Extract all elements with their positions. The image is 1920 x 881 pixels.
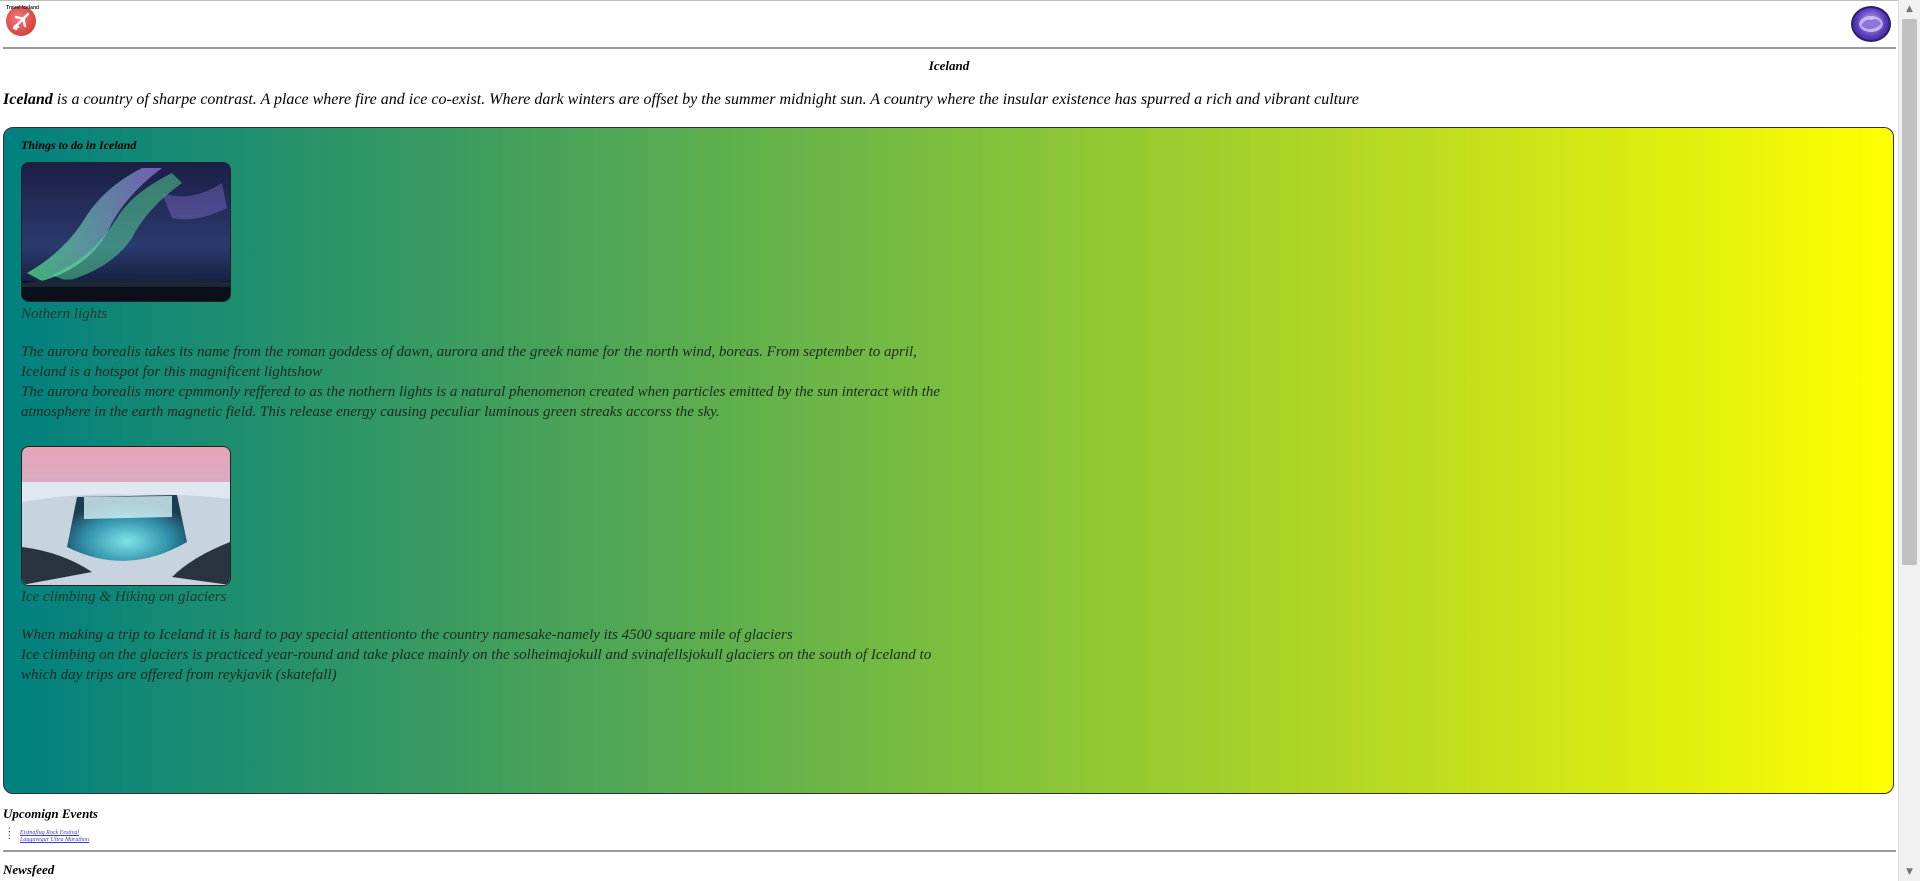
list-item: Eistnaflug Rock Festival — [8, 826, 89, 836]
events-heading: Upcomign Events — [3, 806, 98, 821]
things-to-do-panel: Things to do in Iceland Nothern lights T… — [3, 127, 1894, 794]
activity-title-northern-lights: Nothern lights — [21, 306, 108, 322]
page-title: Iceland — [928, 58, 970, 73]
intro-lead: Iceland — [3, 91, 53, 108]
activity-paragraph: The aurora borealis takes its name from … — [21, 344, 917, 380]
northern-lights-photo — [21, 162, 231, 302]
header-divider — [3, 47, 1896, 49]
things-to-do-heading: Things to do in Iceland — [21, 138, 137, 152]
page: Travel Iceland Iceland Iceland is a coun… — [0, 0, 1898, 881]
top-border — [0, 0, 1898, 1]
scroll-down-arrow-icon[interactable]: ▼ — [1899, 863, 1920, 881]
vertical-scrollbar[interactable]: ▲ ▼ — [1898, 0, 1920, 881]
newsfeed-heading: Newsfeed — [3, 862, 55, 877]
activity-description: The aurora borealis takes its name from … — [21, 342, 941, 422]
logo-caption: Travel Iceland — [6, 5, 40, 11]
intro-text: is a country of sharpe contrast. A place… — [52, 91, 1359, 108]
activity-title-ice-climbing: Ice climbing & Hiking on glaciers — [21, 589, 227, 605]
scroll-up-arrow-icon[interactable]: ▲ — [1899, 0, 1920, 18]
glacier-waterfall-photo — [21, 446, 231, 586]
activity-paragraph: When making a trip to Iceland it is hard… — [21, 627, 793, 643]
activity-paragraph: Ice climbing on the glaciers is practice… — [21, 647, 932, 683]
footer-divider — [3, 850, 1896, 852]
iceland-badge-icon[interactable] — [1851, 6, 1891, 42]
activity-paragraph: The aurora borealis more cpmmonly reffer… — [21, 384, 941, 420]
activity-description: When making a trip to Iceland it is hard… — [21, 625, 941, 685]
scrollbar-thumb[interactable] — [1902, 19, 1917, 565]
event-link[interactable]: Laugavegur Ultra Marathon — [20, 837, 89, 843]
list-item: Laugavegur Ultra Marathon — [8, 833, 89, 843]
events-list: Eistnaflug Rock Festival Laugavegur Ultr… — [8, 826, 89, 843]
intro-paragraph: Iceland is a country of sharpe contrast.… — [3, 91, 1359, 109]
